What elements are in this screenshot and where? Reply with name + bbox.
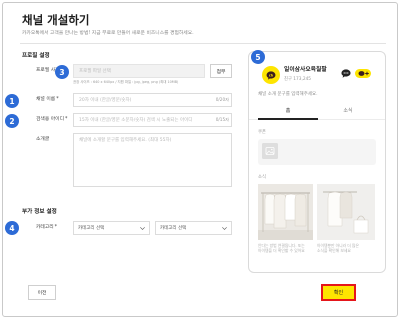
category-select-secondary[interactable]: 카테고리 선택 <box>155 221 232 235</box>
step-marker-4: 4 <box>5 221 19 235</box>
post-image[interactable] <box>317 184 375 240</box>
chevron-down-icon <box>222 226 227 230</box>
category-select-primary[interactable]: 카테고리 선택 <box>73 221 150 235</box>
preview-intro: 채널 소개 문구를 입력해주세요. <box>258 92 318 97</box>
search-id-input[interactable] <box>73 113 232 127</box>
profile-photo-hint: 권장 사이즈 : 640 x 640px / 지원 파일 : jpg, jpeg… <box>73 80 179 84</box>
page-subtitle: 카카오톡에서 고객을 만나는 방법! 지금 무료로 만들어 새로운 비즈니스를 … <box>22 31 194 36</box>
search-id-counter: 0/15자 <box>215 117 229 122</box>
channel-name-counter: 0/20자 <box>215 97 229 102</box>
tab-home[interactable]: 홈 <box>258 108 318 115</box>
channel-name-label-text: 채널 이름 <box>36 97 56 102</box>
required-mark: * <box>56 97 59 102</box>
header-divider <box>20 43 386 44</box>
page-title: 채널 개설하기 <box>22 13 90 27</box>
image-placeholder-icon <box>262 143 278 159</box>
search-id-label: 검색용 아이디* <box>36 113 67 127</box>
confirm-button[interactable]: 확인 <box>321 284 356 301</box>
post-caption-line: 소식을 확인해 보세요 <box>317 248 351 253</box>
attach-button[interactable]: 첨부 <box>210 64 232 78</box>
channel-avatar: ch <box>262 66 280 84</box>
extra-section-heading: 부가 정보 설정 <box>22 209 57 215</box>
step-marker-5: 5 <box>251 50 265 64</box>
step-marker-3: 3 <box>55 65 69 79</box>
chevron-down-icon <box>140 226 145 230</box>
chat-bubble-icon[interactable] <box>341 69 351 78</box>
step-marker-2: 2 <box>5 114 19 128</box>
preview-friend-count: 친구 173,245 <box>284 77 312 82</box>
step-marker-1: 1 <box>5 94 19 108</box>
tab-active-indicator <box>258 118 318 120</box>
profile-section-heading: 프로필 설정 <box>22 53 50 59</box>
prev-button[interactable]: 이전 <box>28 285 56 300</box>
post-caption-line: 아이템을 더 확인할 수 있어요 <box>258 248 305 253</box>
tab-news[interactable]: 소식 <box>318 108 378 115</box>
category-label-text: 카테고리 <box>36 225 54 230</box>
profile-photo-field[interactable] <box>73 64 205 78</box>
post-image[interactable] <box>258 184 313 240</box>
search-id-label-text: 검색용 아이디 <box>36 117 65 122</box>
category-select-value: 카테고리 선택 <box>160 226 187 231</box>
required-mark: * <box>65 117 68 122</box>
channel-add-icon[interactable] <box>355 69 371 78</box>
preview-channel-name: 일이삼사오육칠팔 <box>284 67 327 73</box>
required-mark: * <box>54 225 58 230</box>
intro-label: 소개글 <box>36 137 50 142</box>
channel-name-label: 채널 이름* <box>36 93 59 107</box>
hanging-garments <box>264 193 307 229</box>
news-label: 소식 <box>258 175 266 180</box>
svg-text:ch: ch <box>269 73 274 77</box>
channel-name-input[interactable] <box>73 93 232 107</box>
coupon-label: 쿠폰 <box>258 130 266 135</box>
intro-textarea[interactable] <box>73 133 232 187</box>
category-select-value: 카테고리 선택 <box>78 226 105 231</box>
kakao-channel-logo: ch <box>266 70 276 80</box>
category-label: 카테고리* <box>36 221 57 235</box>
